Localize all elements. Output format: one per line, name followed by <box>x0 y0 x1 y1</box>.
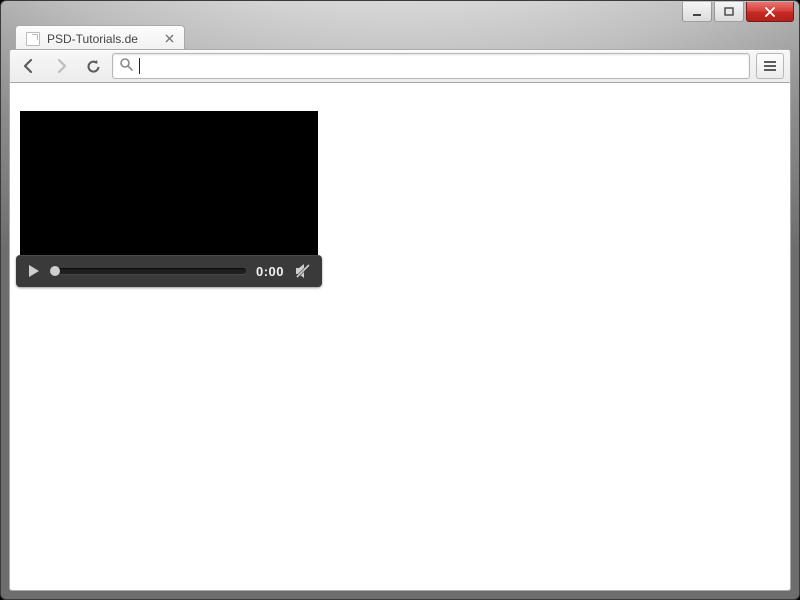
progress-knob[interactable] <box>50 266 60 276</box>
address-bar[interactable] <box>112 53 750 79</box>
video-controls-bar: 0:00 <box>16 255 322 287</box>
mute-button[interactable] <box>294 263 312 279</box>
text-caret <box>139 58 140 74</box>
maximize-button[interactable] <box>714 2 744 22</box>
tab-strip: PSD-Tutorials.de <box>15 23 785 51</box>
window-caption-buttons <box>682 2 794 22</box>
window-close-button[interactable] <box>746 2 794 22</box>
browser-window: PSD-Tutorials.de <box>0 0 800 600</box>
page-viewport: 0:00 <box>9 83 791 591</box>
search-icon <box>119 57 133 76</box>
tab-title: PSD-Tutorials.de <box>47 32 138 46</box>
play-button[interactable] <box>26 263 42 279</box>
browser-toolbar <box>9 49 791 83</box>
back-button[interactable] <box>16 53 42 79</box>
reload-button[interactable] <box>80 53 106 79</box>
forward-button[interactable] <box>48 53 74 79</box>
video-player[interactable]: 0:00 <box>20 111 318 281</box>
video-progress-bar[interactable] <box>52 268 246 274</box>
video-time: 0:00 <box>256 264 284 279</box>
url-input[interactable] <box>146 55 743 77</box>
browser-menu-button[interactable] <box>756 53 784 79</box>
page-icon <box>26 32 40 46</box>
page-body: 0:00 <box>10 83 790 309</box>
minimize-button[interactable] <box>682 2 712 22</box>
browser-tab[interactable]: PSD-Tutorials.de <box>15 25 185 51</box>
tab-close-button[interactable] <box>163 32 176 45</box>
